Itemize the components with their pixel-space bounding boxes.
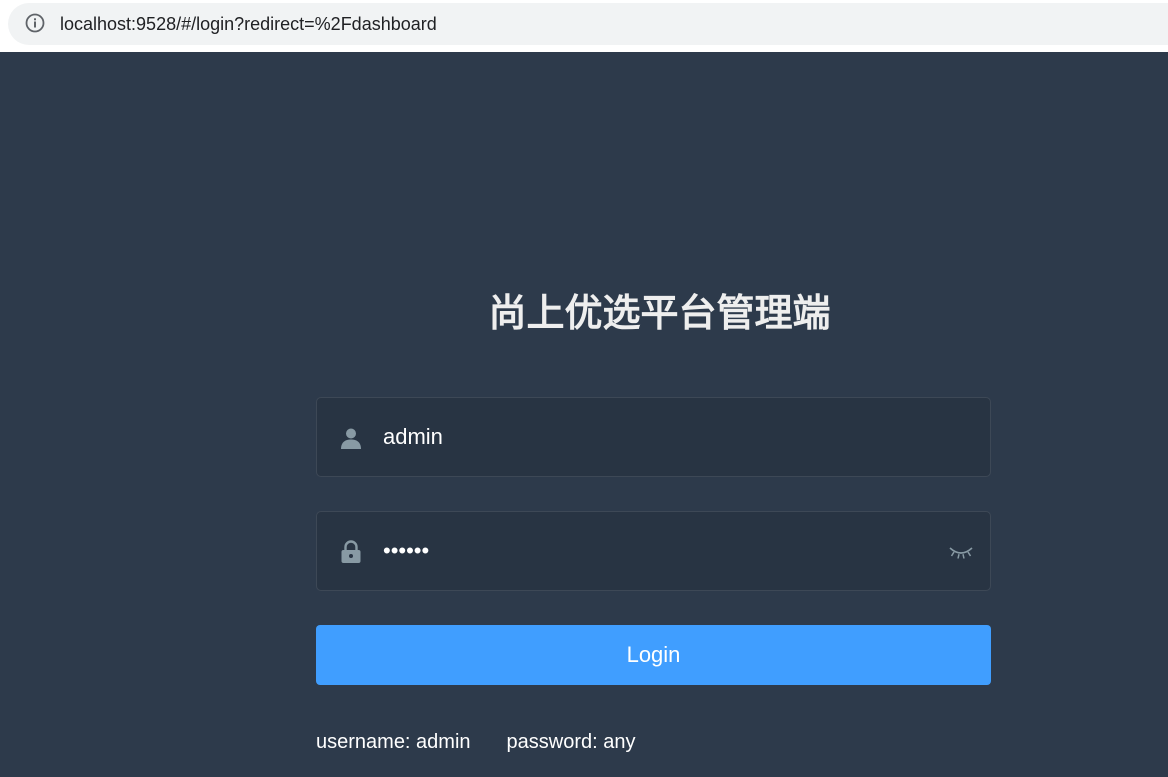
url-text[interactable]: localhost:9528/#/login?redirect=%2Fdashb… [60,13,437,35]
login-tips: username: admin password: any [316,729,636,755]
password-field[interactable] [316,511,991,591]
eye-closed-icon[interactable] [948,542,974,562]
info-circle-icon[interactable] [25,13,45,33]
username-input[interactable] [383,398,943,476]
lock-icon [341,540,361,563]
username-tip: username: admin [316,731,471,753]
username-field[interactable] [316,397,991,477]
password-tip: password: any [506,731,636,753]
login-button[interactable]: Login [316,625,991,685]
page-title: 尚上优选平台管理端 [488,293,831,335]
password-input[interactable] [383,512,943,590]
user-icon [341,428,361,449]
login-page: 尚上优选平台管理端 Login username: admin password:… [0,52,1168,777]
browser-toolbar: localhost:9528/#/login?redirect=%2Fdashb… [0,0,1168,52]
